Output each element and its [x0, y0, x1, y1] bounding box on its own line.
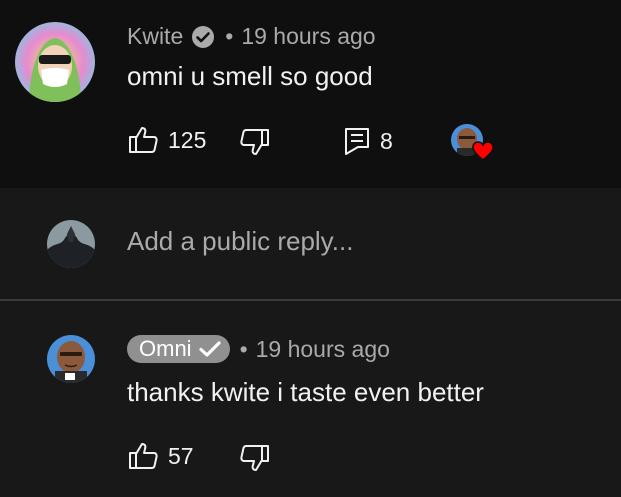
dislike-button[interactable]	[240, 127, 270, 157]
like-count: 125	[168, 126, 207, 153]
comment-author[interactable]: Kwite	[127, 23, 183, 50]
user-avatar	[47, 220, 95, 268]
reply-like-count: 57	[168, 442, 194, 469]
reply-text: thanks kwite i taste even better	[127, 377, 484, 407]
thumbs-down-icon	[240, 127, 270, 157]
reply-input[interactable]: Add a public reply...	[127, 226, 353, 257]
thumbs-up-icon	[128, 441, 158, 471]
reply-meta: Omni • 19 hours ago	[127, 335, 390, 363]
meta-separator: •	[239, 335, 248, 362]
verified-check-icon	[191, 25, 215, 49]
verified-check-icon	[198, 341, 221, 357]
reply-like-button[interactable]: 57	[128, 441, 194, 471]
like-button[interactable]: 125	[128, 125, 206, 155]
comment-meta: Kwite • 19 hours ago	[127, 23, 376, 50]
meta-separator: •	[225, 23, 234, 49]
creator-heart-icon	[472, 141, 494, 166]
owner-badge[interactable]: Omni	[127, 335, 230, 363]
reply-author-avatar[interactable]	[47, 335, 95, 383]
reply-timestamp[interactable]: 19 hours ago	[256, 336, 390, 363]
comment-text: omni u smell so good	[127, 61, 373, 91]
replies-button[interactable]: 8	[344, 127, 393, 155]
comment-icon	[344, 127, 370, 155]
reply-dislike-button[interactable]	[240, 443, 270, 473]
parent-comment: Kwite • 19 hours ago omni u smell so goo…	[0, 0, 621, 188]
divider	[0, 299, 621, 301]
commenter-avatar[interactable]	[15, 22, 95, 102]
reply-author: Omni	[139, 336, 192, 361]
thumbs-down-icon	[240, 443, 270, 473]
comment-timestamp[interactable]: 19 hours ago	[241, 23, 375, 50]
reply-count: 8	[380, 127, 393, 154]
thumbs-up-icon	[128, 125, 158, 155]
